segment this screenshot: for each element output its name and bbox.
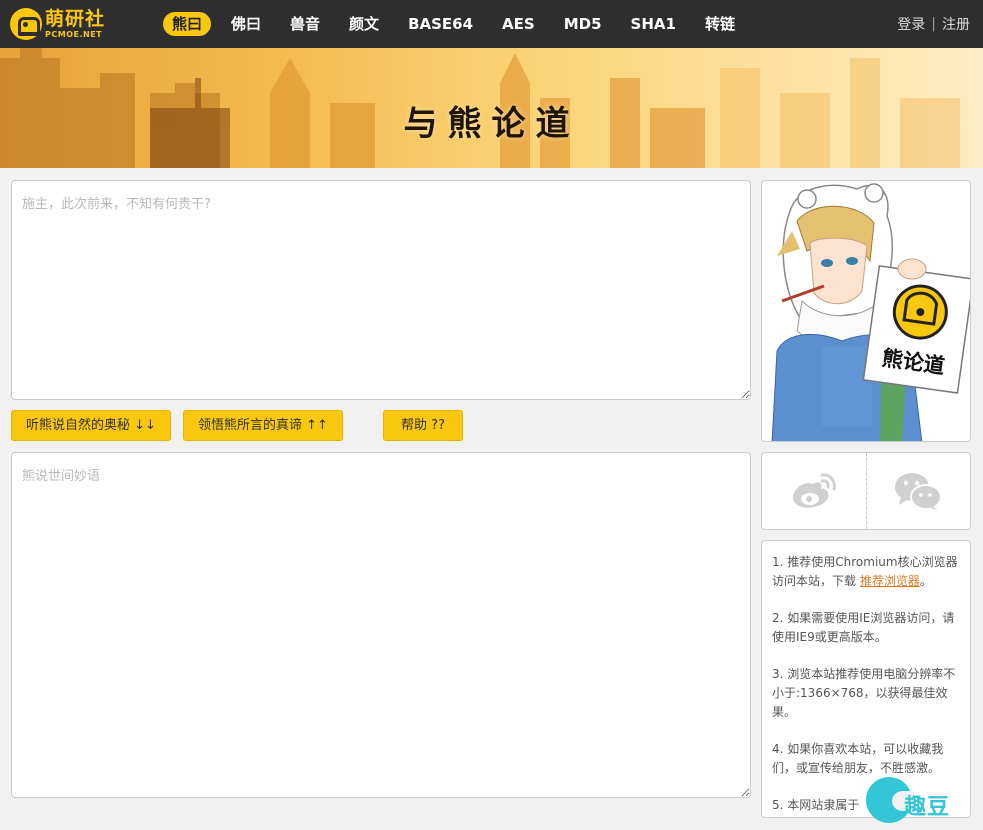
nav-item-md5[interactable]: MD5 xyxy=(555,12,611,36)
nav-item-zhuanlian[interactable]: 转链 xyxy=(696,12,744,36)
decode-button[interactable]: 领悟熊所言的真谛 ↑↑ xyxy=(183,410,343,441)
auth-links: 登录 | 注册 xyxy=(897,14,970,34)
register-link[interactable]: 注册 xyxy=(942,14,970,34)
note-3: 3. 浏览本站推荐使用电脑分辨率不小于:1366×768，以获得最佳效果。 xyxy=(772,667,956,719)
nav-item-shouyin[interactable]: 兽音 xyxy=(281,12,329,36)
site-logo[interactable]: 萌研社 PCMOE.NET xyxy=(10,7,105,41)
nav-item-base64[interactable]: BASE64 xyxy=(399,12,482,36)
recommended-browser-link[interactable]: 推荐浏览器 xyxy=(860,574,920,588)
bear-logo-icon xyxy=(10,8,42,40)
nav-item-foyue[interactable]: 佛曰 xyxy=(222,12,270,36)
share-weibo[interactable] xyxy=(762,453,866,529)
mascot-illustration: 熊论道 xyxy=(771,183,970,441)
banner-title: 与熊论道 xyxy=(403,104,580,144)
watermark-text: 趣豆 xyxy=(904,795,951,820)
wechat-icon xyxy=(895,473,943,511)
mascot-panel: 熊论道 xyxy=(761,180,971,442)
help-button[interactable]: 帮助 ?? xyxy=(383,410,463,441)
watermark: 趣豆 xyxy=(862,775,972,825)
share-wechat[interactable] xyxy=(865,453,971,529)
nav-item-sha1[interactable]: SHA1 xyxy=(622,12,685,36)
note-4: 4. 如果你喜欢本站，可以收藏我们，或宣传给朋友，不胜感激。 xyxy=(772,742,944,775)
weibo-icon xyxy=(792,473,836,508)
note-1: 1. 推荐使用Chromium核心浏览器访问本站，下载 推荐浏览器。 xyxy=(772,555,958,588)
nav-item-aes[interactable]: AES xyxy=(493,12,544,36)
plaintext-input[interactable] xyxy=(11,180,751,400)
nav-item-xiongyue[interactable]: 熊曰 xyxy=(163,12,212,36)
login-link[interactable]: 登录 xyxy=(897,14,925,34)
ciphertext-output[interactable] xyxy=(11,452,751,798)
share-panel xyxy=(761,452,971,530)
encode-button[interactable]: 听熊说自然的奥秘 ↓↓ xyxy=(11,410,171,441)
logo-name: 萌研社 xyxy=(45,7,106,30)
nav-item-yanwen[interactable]: 颜文 xyxy=(340,12,388,36)
top-nav: 萌研社 PCMOE.NET 熊曰 佛曰 兽音 颜文 BASE64 AES MD5… xyxy=(0,0,983,48)
main-menu: 熊曰 佛曰 兽音 颜文 BASE64 AES MD5 SHA1 转链 xyxy=(163,12,755,36)
logo-domain: PCMOE.NET xyxy=(45,29,103,39)
note-2: 2. 如果需要使用IE浏览器访问，请使用IE9或更高版本。 xyxy=(772,611,955,644)
auth-separator: | xyxy=(931,16,936,32)
hero-banner: 与熊论道 xyxy=(0,48,983,168)
